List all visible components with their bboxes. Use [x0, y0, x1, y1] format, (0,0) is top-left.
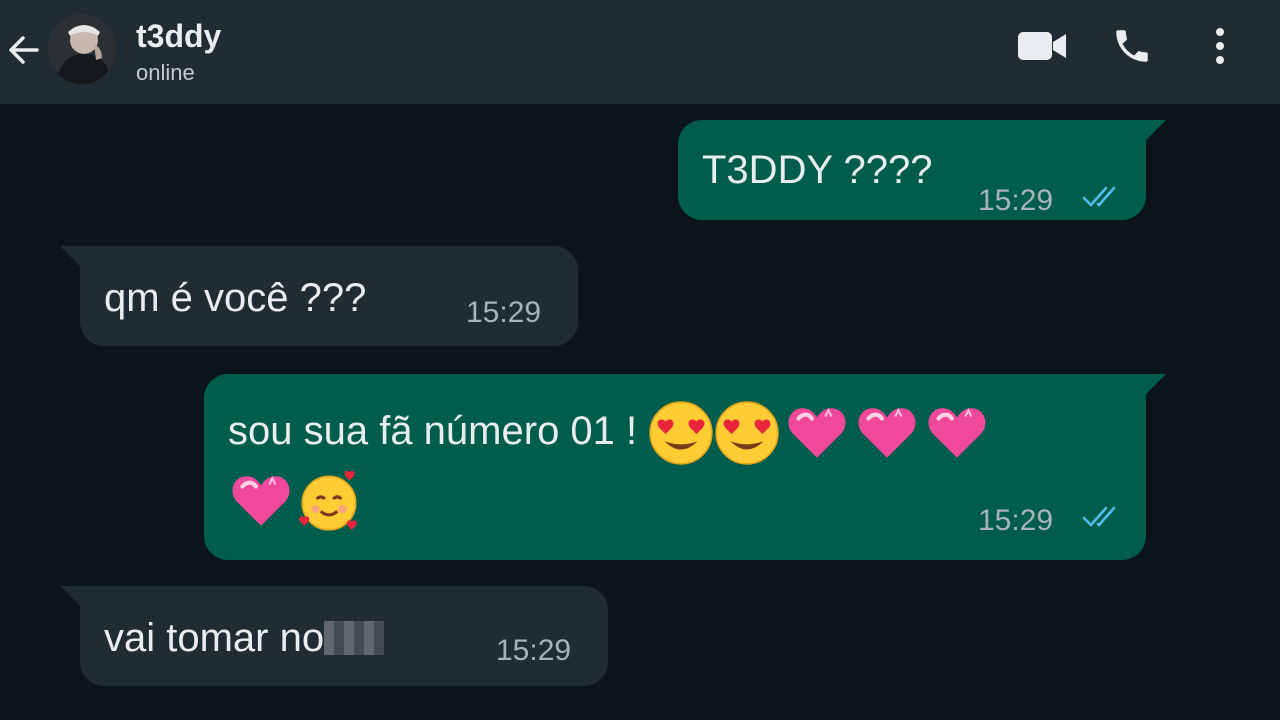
contact-status: online	[136, 60, 195, 85]
message-text: T3DDY ????	[702, 148, 933, 192]
censored-word	[324, 621, 385, 655]
video-call-icon[interactable]	[1014, 26, 1070, 66]
message-text-line: vai tomar no	[104, 616, 385, 660]
chat-header: t3ddy online	[0, 0, 1280, 104]
message-time: 15:29	[978, 184, 1054, 217]
smiling-face-with-hearts-emoji	[297, 469, 359, 532]
outgoing-message[interactable]: T3DDY ???? 15:29	[678, 120, 1166, 220]
message-time: 15:29	[496, 634, 572, 667]
message-text: qm é você ???	[104, 276, 367, 320]
read-ticks-icon	[1082, 186, 1116, 207]
back-arrow-icon[interactable]	[4, 28, 44, 72]
avatar[interactable]	[48, 14, 116, 84]
message-text-line: sou sua fã número 01 !	[228, 398, 990, 466]
message-time: 15:29	[978, 504, 1054, 537]
heart-eyes-emoji	[649, 401, 713, 466]
incoming-message[interactable]: vai tomar no 15:29	[60, 586, 608, 686]
incoming-message[interactable]: qm é você ??? 15:29	[60, 246, 578, 346]
message-list[interactable]: T3DDY ???? 15:29 qm é você ??? 15:29 sou…	[0, 104, 1280, 720]
phone-icon[interactable]	[1108, 22, 1156, 70]
heart-eyes-emoji	[715, 401, 779, 466]
pink-heart-emoji	[924, 400, 990, 466]
contact-name[interactable]: t3ddy	[136, 18, 221, 55]
pink-heart-emoji	[228, 468, 294, 534]
pink-heart-emoji	[854, 400, 920, 466]
message-emoji-line	[228, 466, 362, 534]
read-ticks-icon	[1082, 506, 1116, 527]
message-text: sou sua fã número 01 !	[228, 409, 638, 453]
more-options-icon[interactable]	[1204, 22, 1236, 70]
message-text: vai tomar no	[104, 616, 325, 660]
pink-heart-emoji	[784, 400, 850, 466]
outgoing-message[interactable]: sou sua fã número 01 ! 15:29	[204, 374, 1166, 560]
message-time: 15:29	[466, 296, 542, 329]
